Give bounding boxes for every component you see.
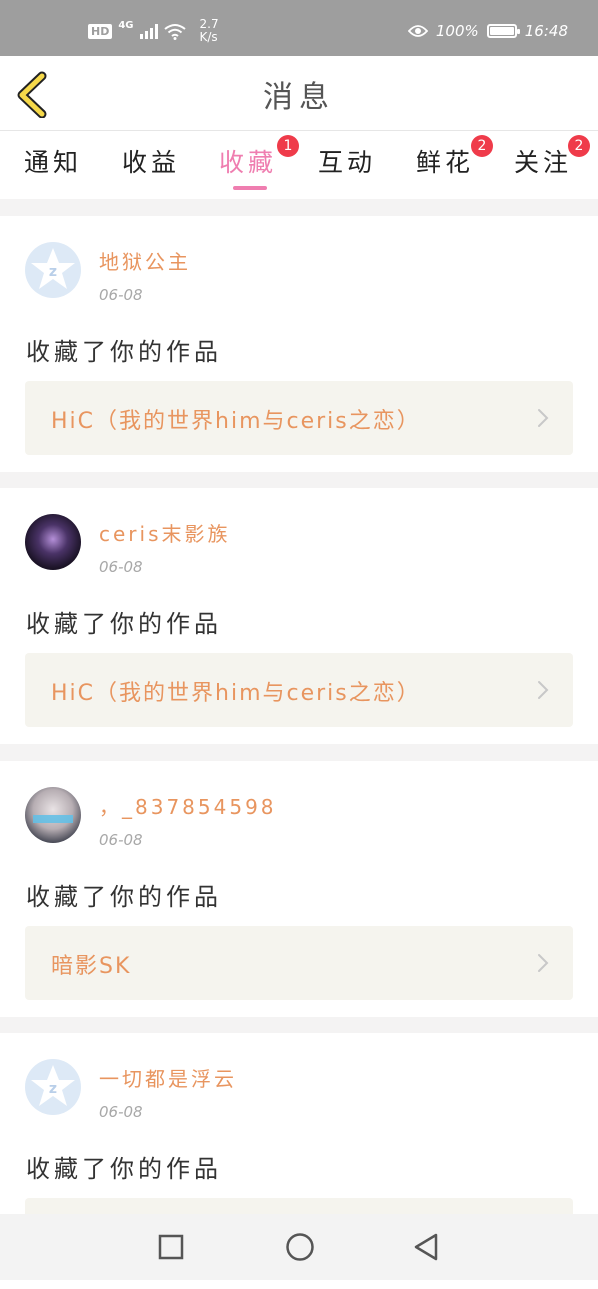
battery-percent: 100% (435, 22, 479, 40)
action-text: 收藏了你的作品 (26, 610, 222, 638)
tab-follow[interactable]: 关注 2 (514, 135, 590, 179)
tab-interaction[interactable]: 互动 (318, 143, 376, 179)
work-link[interactable]: 暗影SK (25, 926, 573, 1000)
unread-badge: 1 (277, 135, 299, 157)
tab-flowers[interactable]: 鲜花 2 (416, 135, 493, 179)
hd-indicator: HD (88, 23, 113, 39)
action-text: 收藏了你的作品 (26, 883, 222, 911)
tab-label: 关注 (514, 148, 573, 177)
work-link[interactable]: HiC（我的世界him与ceris之恋） (25, 381, 573, 455)
tab-favorites[interactable]: 收藏 1 (219, 135, 299, 179)
avatar[interactable]: z (25, 242, 81, 298)
eye-icon (407, 25, 428, 37)
list-item: z 地狱公主 06-08 收藏了你的作品 HiC（我的世界him与ceris之恋… (0, 216, 598, 472)
avatar[interactable] (25, 787, 81, 843)
work-link[interactable]: HiC（我的世界him与ceris之恋） (25, 653, 573, 727)
tab-label: 收益 (122, 148, 181, 177)
battery-icon (486, 24, 520, 38)
username[interactable]: 一切都是浮云 (99, 1063, 237, 1092)
status-left: HD 4G 2.7 K/s (88, 18, 219, 44)
speed-unit: K/s (199, 30, 218, 44)
action-text: 收藏了你的作品 (26, 338, 222, 366)
username[interactable]: ，_837854598 (99, 791, 277, 820)
page-title: 消息 (263, 80, 335, 115)
unread-badge: 2 (471, 135, 493, 157)
chevron-right-icon (538, 954, 549, 972)
date: 06-08 (99, 558, 143, 576)
square-icon (158, 1234, 184, 1260)
default-avatar-icon: z (31, 1065, 75, 1106)
clock: 16:48 (524, 22, 568, 40)
network-type: 4G (118, 19, 134, 31)
unread-badge: 2 (568, 135, 590, 157)
chevron-right-icon (538, 681, 549, 699)
tab-label: 收藏 (219, 148, 278, 177)
date: 06-08 (99, 286, 143, 304)
triangle-back-icon (414, 1233, 438, 1261)
circle-icon (286, 1233, 314, 1261)
tab-label: 通知 (24, 148, 83, 177)
tab-bar: 通知 收益 收藏 1 互动 鲜花 2 关注 2 (0, 131, 598, 199)
nav-back-button[interactable] (412, 1232, 440, 1266)
tab-label: 鲜花 (416, 148, 475, 177)
chevron-right-icon (538, 409, 549, 427)
system-nav-bar (0, 1214, 598, 1280)
tab-earnings[interactable]: 收益 (122, 143, 180, 179)
active-tab-indicator (233, 186, 267, 190)
svg-text:z: z (49, 1081, 57, 1097)
date: 06-08 (99, 831, 143, 849)
header: 消息 (0, 56, 598, 131)
username[interactable]: 地狱公主 (99, 246, 191, 275)
work-title: HiC（我的世界him与ceris之恋） (51, 409, 421, 434)
default-avatar-icon: z (31, 248, 75, 289)
avatar[interactable]: z (25, 1059, 81, 1115)
network-speed: 2.7 K/s (200, 18, 219, 44)
signal-icon (139, 23, 158, 39)
status-right: 100% 16:48 (407, 22, 568, 40)
svg-text:z: z (49, 264, 57, 280)
date: 06-08 (99, 1103, 143, 1121)
list-item: ceris末影族 06-08 收藏了你的作品 HiC（我的世界him与ceris… (0, 488, 598, 744)
recent-apps-button[interactable] (158, 1234, 184, 1264)
status-bar: HD 4G 2.7 K/s 100% 16:48 (0, 0, 598, 56)
avatar[interactable] (25, 514, 81, 570)
home-button[interactable] (285, 1232, 315, 1266)
list-item: ，_837854598 06-08 收藏了你的作品 暗影SK (0, 761, 598, 1017)
work-title: 暗影SK (51, 954, 132, 979)
tab-label: 互动 (318, 148, 377, 177)
username[interactable]: ceris末影族 (99, 518, 231, 547)
wifi-icon (163, 23, 186, 40)
tab-notice[interactable]: 通知 (24, 143, 82, 179)
action-text: 收藏了你的作品 (26, 1155, 222, 1183)
work-title: HiC（我的世界him与ceris之恋） (51, 681, 421, 706)
